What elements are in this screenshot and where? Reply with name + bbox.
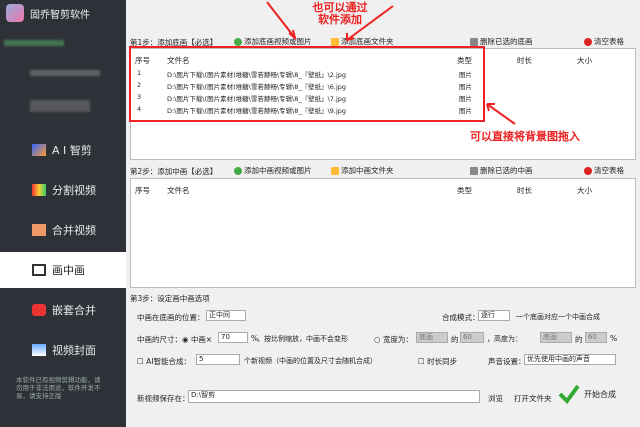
sidebar-item-label: 画中画 (52, 264, 85, 277)
delete-icon (470, 166, 478, 175)
highlight-box (129, 46, 485, 122)
folder-icon (331, 166, 339, 175)
app-title: 固乔智剪软件 (30, 9, 90, 21)
blurred-info (30, 100, 90, 112)
nest-icon (32, 304, 46, 316)
sidebar-item-nest[interactable]: 嵌套合并 (0, 292, 126, 328)
sidebar-item-split[interactable]: 分割视频 (0, 172, 126, 208)
step2-title: 第2步：添加中画【必选】 (130, 167, 218, 176)
annotation-right: 可以直接将背景图拖入 (470, 130, 580, 143)
split-icon (32, 184, 46, 196)
width-base-select[interactable]: 底画 (416, 332, 448, 343)
plus-icon (234, 166, 242, 175)
sidebar-item-label: 视频封面 (52, 344, 96, 357)
size-ratio-input[interactable]: 70 (218, 332, 248, 343)
app-header: 固乔智剪软件 (6, 4, 90, 22)
position-select[interactable]: 正中间 (206, 310, 246, 321)
sidebar-item-pip[interactable]: 画中画 (0, 252, 126, 288)
pip-table[interactable]: 序号 文件名 类型 时长 大小 (130, 178, 636, 288)
annotation-arrow-right (486, 103, 516, 125)
position-label: 中画在底画的位置： (137, 313, 205, 322)
mode-select[interactable]: 逐行 (478, 310, 510, 321)
pip-icon (32, 264, 46, 276)
height-base-select[interactable]: 底画 (540, 332, 572, 343)
add-pip-media-button[interactable]: 添加中画视频或图片 (234, 165, 312, 176)
clear-table-button[interactable]: 清空表格 (584, 165, 624, 176)
delete-icon (470, 37, 478, 46)
merge-icon (32, 224, 46, 236)
sidebar-item-label: 分割视频 (52, 184, 96, 197)
ai-desc: 个新视频（中画的位置及尺寸会随机合成） (244, 357, 377, 365)
close-icon (584, 166, 592, 175)
footer-note: 本软件已有视频剪辑功能，请勿用于非法用途，软件开发不易，请支持正版 (16, 376, 101, 400)
ai-pen-icon (32, 144, 46, 156)
size-label: 中画的尺寸： (137, 335, 182, 344)
close-icon (584, 37, 592, 46)
save-path-input[interactable]: D:\智剪 (188, 390, 480, 403)
open-folder-button[interactable]: 打开文件夹 (514, 393, 552, 404)
width-radio[interactable]: ○ 宽度为： (374, 334, 413, 345)
size-ratio-radio[interactable]: ◉ 中画× (182, 334, 212, 345)
sync-checkbox[interactable]: ☐ 时长同步 (418, 356, 457, 367)
app-logo-icon (6, 4, 24, 22)
sidebar-item-label: 合并视频 (52, 224, 96, 237)
annotation-arrows (266, 1, 394, 42)
cover-icon (32, 344, 46, 356)
ai-checkbox[interactable]: ☐ AI智能合成： (137, 356, 191, 367)
sound-label: 声音设置： (488, 357, 526, 366)
delete-pip-button[interactable]: 删除已选的中画 (470, 165, 533, 176)
height-label: ，高度为： (487, 335, 522, 343)
clear-table-button[interactable]: 清空表格 (584, 36, 624, 47)
add-pip-folder-button[interactable]: 添加中画文件夹 (331, 165, 394, 176)
sidebar-item-label: A I 智剪 (52, 144, 92, 157)
browse-button[interactable]: 浏览 (488, 393, 503, 404)
blurred-info (4, 40, 64, 46)
ai-count-input[interactable]: 5 (196, 354, 240, 365)
checkmark-icon (558, 384, 580, 404)
mode-desc: 一个底画对应一个中画合成 (516, 313, 600, 321)
height-pct-input[interactable]: 60 (585, 332, 607, 343)
sidebar: 固乔智剪软件 A I 智剪 分割视频 合并视频 画中画 嵌套合并 视频封面 本软… (0, 0, 126, 427)
blurred-info (30, 70, 100, 76)
save-label: 新视频保存在： (137, 394, 190, 403)
width-pct-input[interactable]: 60 (460, 332, 484, 343)
plus-icon (234, 37, 242, 46)
sidebar-item-cover[interactable]: 视频封面 (0, 332, 126, 368)
step3-title: 第3步：设定画中画选项 (130, 294, 210, 303)
start-button[interactable]: 开始合成 (558, 380, 638, 408)
size-desc: ，按比例缩放，中画不会变形 (257, 335, 348, 343)
sidebar-item-label: 嵌套合并 (52, 304, 96, 317)
sidebar-item-ai[interactable]: A I 智剪 (0, 132, 126, 168)
sidebar-item-merge[interactable]: 合并视频 (0, 212, 126, 248)
mode-label: 合成模式： (442, 313, 480, 322)
sound-select[interactable]: 优先使用中画的声音 (524, 354, 616, 365)
